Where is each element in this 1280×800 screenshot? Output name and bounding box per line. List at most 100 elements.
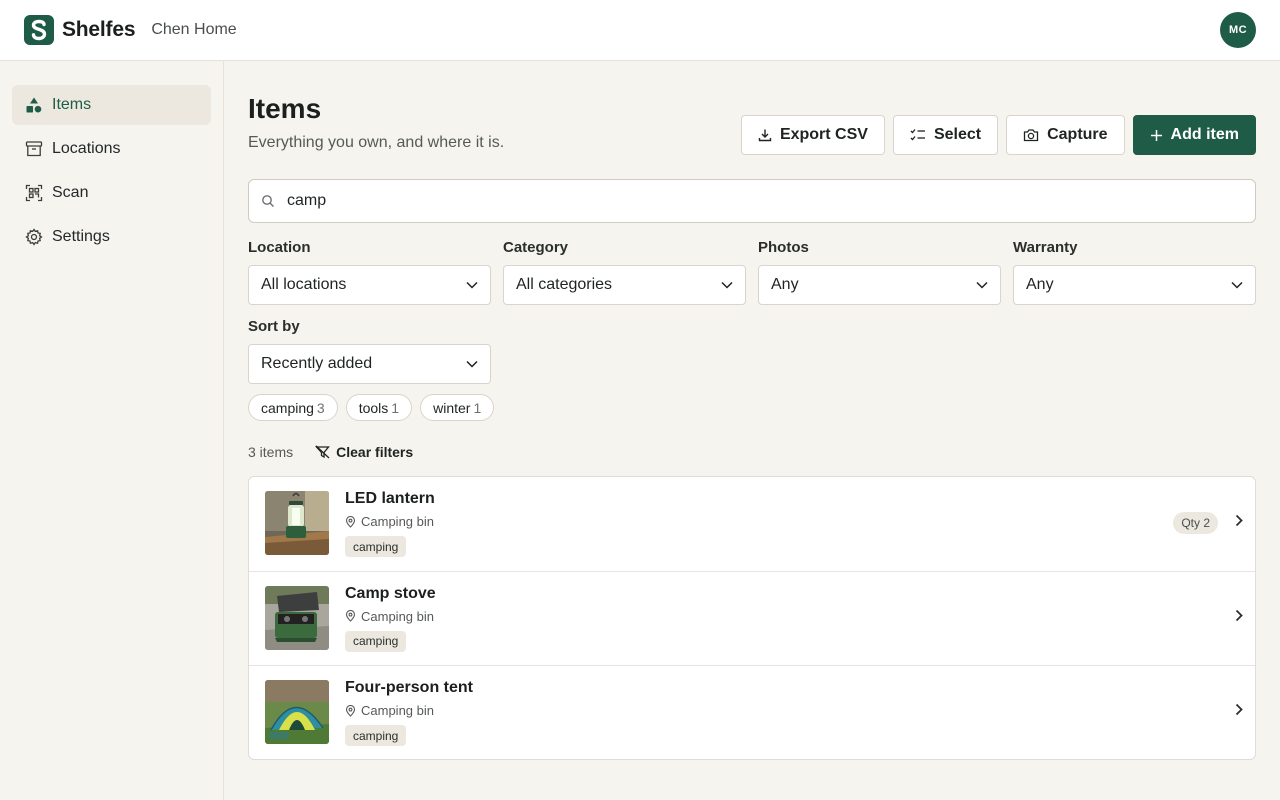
sidebar-item-label: Items: [52, 96, 92, 113]
tag-chip-count: 3: [316, 399, 325, 416]
sidebar-item-label: Settings: [52, 228, 110, 245]
photos-filter-label: Photos: [758, 239, 809, 256]
item-tag: camping: [345, 725, 407, 746]
item-name: Camp stove: [345, 584, 436, 602]
photos-select-value: Any: [771, 276, 799, 293]
checklist-icon: [910, 128, 926, 142]
item-photo-lantern: [265, 491, 329, 555]
item-tag: camping: [345, 536, 407, 557]
select-label: Select: [933, 126, 982, 143]
map-pin-icon: [345, 515, 356, 528]
page-title: Items: [248, 93, 322, 124]
item-location: Camping bin: [345, 609, 434, 624]
camera-icon: [1023, 128, 1039, 142]
items-list: LED lantern Camping bin camping Qty 2 Ca…: [248, 476, 1256, 760]
clear-filters-button[interactable]: Clear filters: [315, 444, 413, 460]
location-select[interactable]: All locations: [248, 265, 491, 305]
sort-select-value: Recently added: [261, 355, 373, 372]
archive-box-icon: [24, 139, 44, 159]
tag-chip-count: 1: [473, 399, 482, 416]
search-icon: [261, 194, 275, 208]
chevron-down-icon: [466, 360, 478, 368]
export-csv-label: Export CSV: [779, 126, 868, 143]
category-filter-label: Category: [503, 239, 569, 256]
filter-off-icon: [315, 445, 330, 459]
tag-chip-winter[interactable]: winter 1: [420, 394, 495, 421]
capture-button[interactable]: Capture: [1006, 115, 1125, 155]
tag-chip-count: 1: [391, 399, 400, 416]
chevron-down-icon: [721, 281, 733, 289]
qr-scan-icon: [24, 183, 44, 203]
location-filter: Location All locations: [248, 239, 491, 305]
category-select[interactable]: All categories: [503, 265, 746, 305]
photos-filter: Photos Any: [758, 239, 1001, 305]
item-photo-tent: [265, 680, 329, 744]
tag-chip-name: winter: [433, 399, 471, 416]
clear-filters-label: Clear filters: [336, 444, 414, 460]
toolbar: Export CSV Select Capture Add item: [740, 115, 1256, 155]
select-button[interactable]: Select: [892, 115, 999, 155]
location-filter-label: Location: [248, 239, 311, 256]
warranty-filter-label: Warranty: [1013, 239, 1078, 256]
category-filter: Category All categories: [503, 239, 746, 305]
tag-chip-camping[interactable]: camping 3: [248, 394, 338, 421]
warranty-select[interactable]: Any: [1013, 265, 1256, 305]
sidebar-item-locations[interactable]: Locations: [12, 129, 211, 169]
top-bar: Shelfes Chen Home MC: [0, 0, 1280, 61]
sidebar-item-settings[interactable]: Settings: [12, 217, 211, 257]
shapes-icon: [24, 95, 44, 115]
tag-chips: camping 3 tools 1 winter 1: [248, 394, 495, 421]
download-icon: [758, 128, 772, 142]
search-input[interactable]: [287, 192, 1187, 210]
warranty-select-value: Any: [1026, 276, 1054, 293]
item-location-name: Camping bin: [361, 608, 434, 624]
category-select-value: All categories: [516, 276, 613, 293]
item-photo-stove: [265, 585, 329, 650]
brand-name: Shelfes: [62, 18, 136, 41]
item-location: Camping bin: [345, 514, 434, 529]
item-location-name: Camping bin: [361, 514, 434, 529]
workspace-name[interactable]: Chen Home: [151, 21, 236, 39]
chevron-right-icon: [1235, 514, 1243, 527]
chevron-right-icon: [1235, 609, 1243, 622]
app-logo[interactable]: [24, 15, 54, 45]
sort-select[interactable]: Recently added: [248, 344, 491, 384]
list-item[interactable]: Four-person tent Camping bin camping: [249, 666, 1255, 759]
user-avatar[interactable]: MC: [1220, 12, 1256, 48]
result-count: 3 items: [248, 444, 294, 460]
map-pin-icon: [345, 704, 356, 717]
tag-chip-tools[interactable]: tools 1: [345, 394, 413, 421]
list-item[interactable]: Camp stove Camping bin camping: [249, 572, 1255, 666]
sidebar: Items Locations Scan Settings: [0, 61, 224, 800]
chevron-down-icon: [976, 281, 988, 289]
item-location-name: Camping bin: [361, 703, 434, 718]
item-name: LED lantern: [345, 490, 435, 507]
item-name: Four-person tent: [345, 679, 473, 696]
photos-select[interactable]: Any: [758, 265, 1001, 305]
main-content: Items Everything you own, and where it i…: [224, 61, 1280, 800]
results-bar: 3 items Clear filters: [248, 444, 413, 460]
list-item[interactable]: LED lantern Camping bin camping Qty 2: [249, 477, 1255, 572]
gear-icon: [24, 227, 44, 247]
chevron-right-icon: [1235, 703, 1243, 716]
location-select-value: All locations: [261, 276, 347, 293]
item-tag: camping: [345, 630, 407, 652]
sidebar-item-label: Scan: [52, 184, 89, 201]
qty-badge: Qty 2: [1173, 512, 1218, 534]
sort-filter: Sort by Recently added: [248, 318, 491, 384]
warranty-filter: Warranty Any: [1013, 239, 1256, 305]
tag-chip-name: tools: [358, 399, 389, 416]
item-location: Camping bin: [345, 703, 434, 718]
sidebar-item-scan[interactable]: Scan: [12, 173, 211, 213]
add-item-button[interactable]: Add item: [1132, 115, 1256, 155]
capture-label: Capture: [1047, 126, 1108, 143]
chevron-down-icon: [1231, 281, 1243, 289]
chevron-down-icon: [466, 281, 478, 289]
add-item-label: Add item: [1170, 126, 1239, 143]
logo-s-icon: [31, 19, 47, 41]
export-csv-button[interactable]: Export CSV: [740, 115, 885, 155]
sidebar-item-items[interactable]: Items: [12, 85, 211, 125]
sort-filter-label: Sort by: [248, 318, 300, 335]
tag-chip-name: camping: [261, 399, 314, 416]
search-box: [248, 179, 1256, 223]
